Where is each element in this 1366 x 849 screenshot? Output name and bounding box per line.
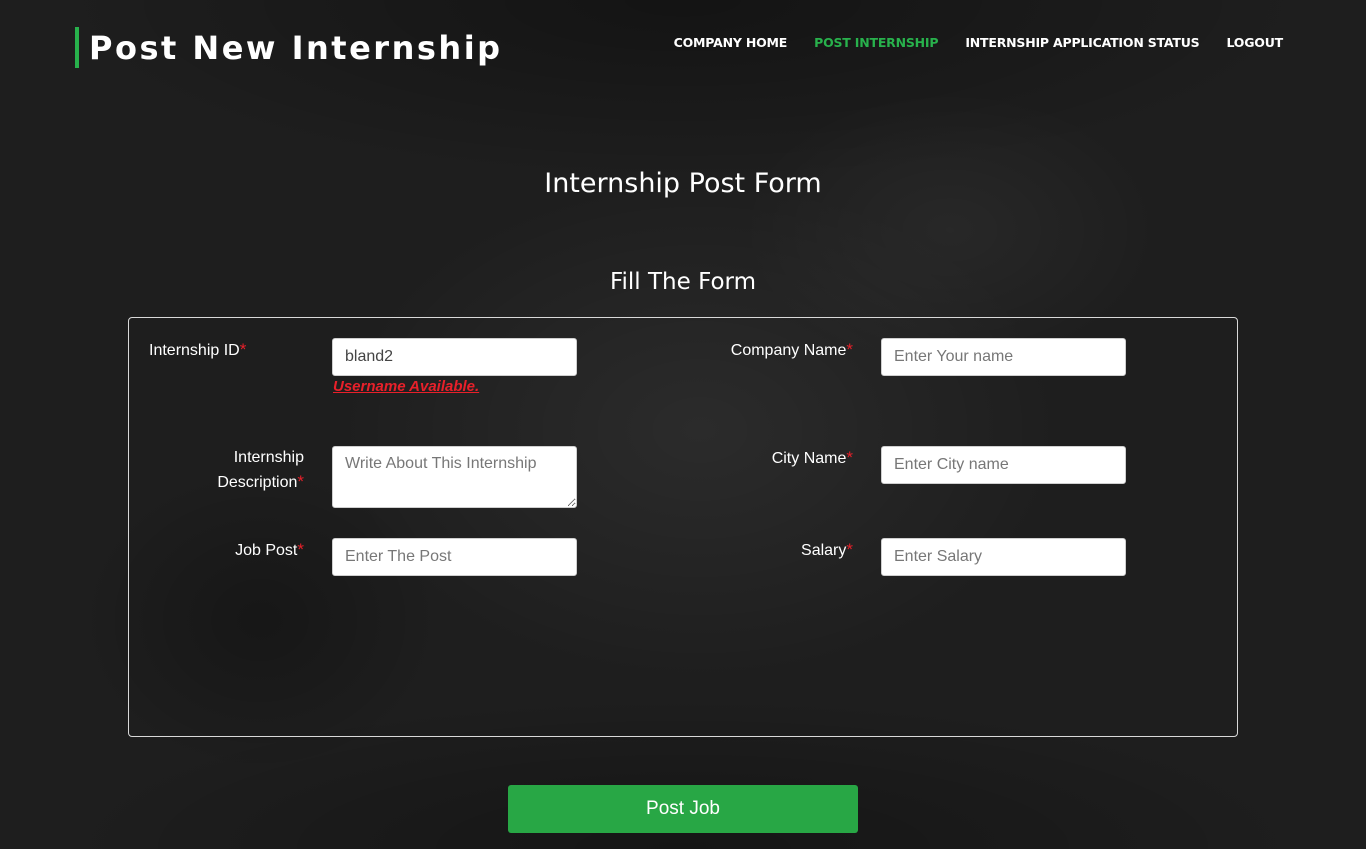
top-nav: COMPANY HOME POST INTERNSHIP INTERNSHIP … (674, 34, 1284, 52)
nav-internship-application-status[interactable]: INTERNSHIP APPLICATION STATUS (965, 34, 1199, 52)
city-name-label: City Name* (771, 448, 853, 467)
form-heading: Internship Post Form (544, 168, 822, 199)
required-marker: * (297, 472, 304, 491)
post-job-button[interactable]: Post Job (508, 785, 858, 833)
nav-logout[interactable]: LOGOUT (1226, 34, 1283, 52)
required-marker: * (846, 448, 853, 467)
internship-id-label: Internship ID* (149, 340, 247, 359)
nav-post-internship[interactable]: POST INTERNSHIP (814, 34, 938, 52)
company-name-label: Company Name* (730, 340, 853, 359)
company-name-input[interactable] (881, 338, 1126, 376)
required-marker: * (846, 340, 853, 359)
internship-id-input[interactable] (332, 338, 577, 376)
job-post-label: Job Post* (235, 540, 304, 559)
form-panel: Internship ID* Username Available. Inter… (128, 317, 1238, 737)
job-post-input[interactable] (332, 538, 577, 576)
page-title: Post New Internship (89, 28, 503, 67)
required-marker: * (239, 340, 247, 359)
required-marker: * (846, 540, 853, 559)
salary-label: Salary* (801, 540, 853, 559)
city-name-input[interactable] (881, 446, 1126, 484)
salary-input[interactable] (881, 538, 1126, 576)
brand: Post New Internship (75, 27, 503, 68)
internship-id-status: Username Available. (333, 378, 480, 395)
nav-company-home[interactable]: COMPANY HOME (674, 34, 788, 52)
required-marker: * (297, 540, 304, 559)
form-subheading: Fill The Form (609, 269, 757, 295)
description-textarea[interactable] (332, 446, 577, 508)
description-label: Internship Description* (217, 449, 304, 491)
